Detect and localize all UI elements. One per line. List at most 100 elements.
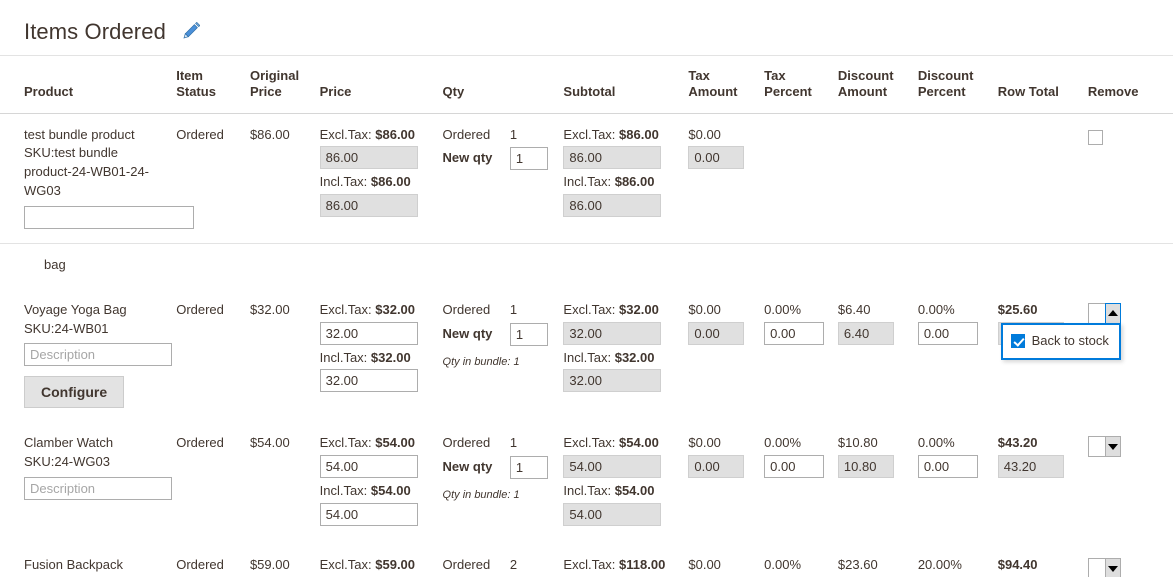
column-header-tax-percent: Tax Percent [764, 56, 838, 114]
price-incl-tax-input[interactable] [319, 503, 418, 527]
return-action-dropdown[interactable] [1087, 558, 1121, 577]
subtotal-incl-tax-input[interactable] [563, 194, 662, 218]
tax-percent-input[interactable] [764, 455, 825, 479]
description-input[interactable] [24, 205, 194, 229]
discount-amount-input[interactable] [837, 455, 894, 479]
product-name: Voyage Yoga Bag [24, 301, 127, 317]
pencil-icon[interactable] [180, 21, 201, 42]
row-total-cell: $94.40 [997, 544, 1088, 577]
column-header-price: Price [319, 56, 443, 114]
back-to-stock-checkbox[interactable] [1010, 334, 1025, 349]
product-sku: SKU:24-WG03 [24, 454, 110, 470]
qty-ordered-label: Ordered [442, 301, 491, 317]
qty-in-bundle-note: Qty in bundle: 1 [442, 489, 520, 502]
price-incl-tax-label: Incl.Tax: $32.00 [319, 349, 411, 365]
qty-ordered-label: Ordered [442, 557, 491, 573]
subtotal-excl-tax-input[interactable] [563, 321, 662, 345]
price-excl-tax-label: Excl.Tax: $59.00 [319, 557, 416, 573]
discount-amount-cell: $6.40 [837, 289, 918, 423]
price-incl-tax-input[interactable] [319, 194, 418, 218]
qty-cell: Ordered 1 New qty Qty in bundle: 1 [443, 422, 564, 544]
tax-amount-input[interactable] [688, 146, 745, 170]
price-excl-tax-value: $54.00 [375, 435, 416, 451]
price-excl-tax-input[interactable] [319, 321, 418, 345]
return-action-dropdown[interactable] [1087, 436, 1121, 458]
tax-amount-input[interactable] [688, 321, 745, 345]
subtotal-excl-tax-value: $32.00 [619, 301, 659, 317]
subtotal-excl-tax-label: Excl.Tax: $32.00 [563, 301, 659, 317]
tax-percent-input[interactable] [764, 321, 825, 345]
discount-percent-input[interactable] [917, 455, 978, 479]
discount-amount-cell [837, 113, 918, 244]
subtotal-incl-tax-label: Incl.Tax: $54.00 [563, 483, 655, 499]
new-qty-input[interactable] [509, 322, 548, 346]
price-excl-tax-input[interactable] [319, 146, 418, 170]
configure-button[interactable]: Configure [24, 376, 125, 409]
return-action-menu[interactable]: Back to stock [1000, 322, 1121, 360]
qty-new-label: New qty [442, 459, 493, 475]
new-qty-input[interactable] [509, 147, 548, 171]
table-row: Clamber Watch SKU:24-WG03 Ordered $54.00… [0, 422, 1173, 544]
return-action-dropdown[interactable]: Back to stock [1000, 302, 1121, 360]
subtotal-incl-tax-value: $32.00 [614, 349, 655, 365]
description-input[interactable] [24, 477, 172, 501]
price-cell: Excl.Tax: $32.00 Incl.Tax: $32.00 [319, 289, 443, 423]
discount-percent-cell: 0.00% [917, 289, 998, 423]
table-row: Fusion Backpack SKU:24-MB02 Ordered $59.… [0, 544, 1173, 577]
original-price: $32.00 [249, 301, 290, 317]
return-action-field[interactable] [1087, 436, 1105, 458]
subtotal-incl-tax-input[interactable] [563, 503, 662, 527]
column-header-remove: Remove [1087, 56, 1173, 114]
column-header-discount-amount: Discount Amount [837, 56, 918, 114]
subtotal-cell: Excl.Tax: $32.00 Incl.Tax: $32.00 [563, 289, 688, 423]
column-header-subtotal: Subtotal [563, 56, 689, 114]
discount-percent-label: 20.00% [917, 557, 962, 573]
discount-percent-label: 0.00% [917, 301, 955, 317]
product-sku: SKU:24-WB01 [24, 320, 109, 336]
row-total-input[interactable] [997, 455, 1064, 479]
remove-checkbox[interactable] [1087, 129, 1103, 145]
price-incl-tax-value: $32.00 [370, 349, 411, 365]
chevron-up-icon[interactable] [1104, 302, 1121, 324]
subtotal-excl-tax-input[interactable] [563, 455, 662, 479]
tax-percent-label: 0.00% [764, 557, 802, 573]
qty-ordered-value: 1 [509, 126, 518, 142]
return-action-field[interactable] [1087, 302, 1105, 324]
price-incl-tax-value: $54.00 [370, 483, 411, 499]
column-header-row-total: Row Total [997, 56, 1088, 114]
price-excl-tax-value: $59.00 [375, 557, 416, 573]
subtotal-excl-tax-input[interactable] [563, 146, 662, 170]
discount-percent-label: 0.00% [917, 435, 955, 451]
new-qty-input[interactable] [509, 456, 548, 480]
tax-amount-label: $0.00 [688, 126, 721, 142]
subtotal-excl-tax-label: Excl.Tax: $54.00 [563, 435, 659, 451]
price-incl-tax-input[interactable] [319, 369, 418, 393]
remove-cell [1087, 422, 1173, 544]
tax-amount-input[interactable] [688, 455, 745, 479]
menu-item-back-to-stock[interactable]: Back to stock [1010, 332, 1109, 351]
tax-percent-cell: 0.00% [764, 289, 838, 423]
row-total-cell: $43.20 [997, 422, 1088, 544]
discount-amount-label: $23.60 [837, 557, 878, 573]
subtotal-incl-tax-input[interactable] [563, 369, 662, 393]
price-excl-tax-label: Excl.Tax: $32.00 [319, 301, 416, 317]
price-excl-tax-value: $86.00 [375, 126, 416, 142]
column-header-product: Product [0, 56, 177, 114]
chevron-down-icon[interactable] [1104, 436, 1121, 458]
row-total-cell [997, 113, 1088, 244]
subtotal-incl-tax-value: $86.00 [614, 174, 655, 190]
tax-percent-cell: 0.00% [764, 422, 838, 544]
return-action-field[interactable] [1087, 558, 1105, 577]
chevron-down-icon[interactable] [1104, 558, 1121, 577]
subtotal-excl-tax-value: $118.00 [619, 557, 666, 573]
original-price: $86.00 [249, 113, 320, 244]
discount-amount-input[interactable] [837, 321, 894, 345]
price-excl-tax-input[interactable] [319, 455, 418, 479]
subtotal-excl-tax-label: Excl.Tax: $118.00 [563, 557, 666, 573]
items-ordered-panel: Items Ordered Product Item Status Origin… [0, 0, 1173, 577]
product-sku: SKU:test bundle product-24-WB01-24-WG03 [24, 145, 149, 199]
subtotal-excl-tax-value: $86.00 [619, 126, 659, 142]
product-cell: Fusion Backpack SKU:24-MB02 [0, 544, 176, 577]
description-input[interactable] [24, 343, 172, 367]
discount-percent-input[interactable] [917, 321, 978, 345]
